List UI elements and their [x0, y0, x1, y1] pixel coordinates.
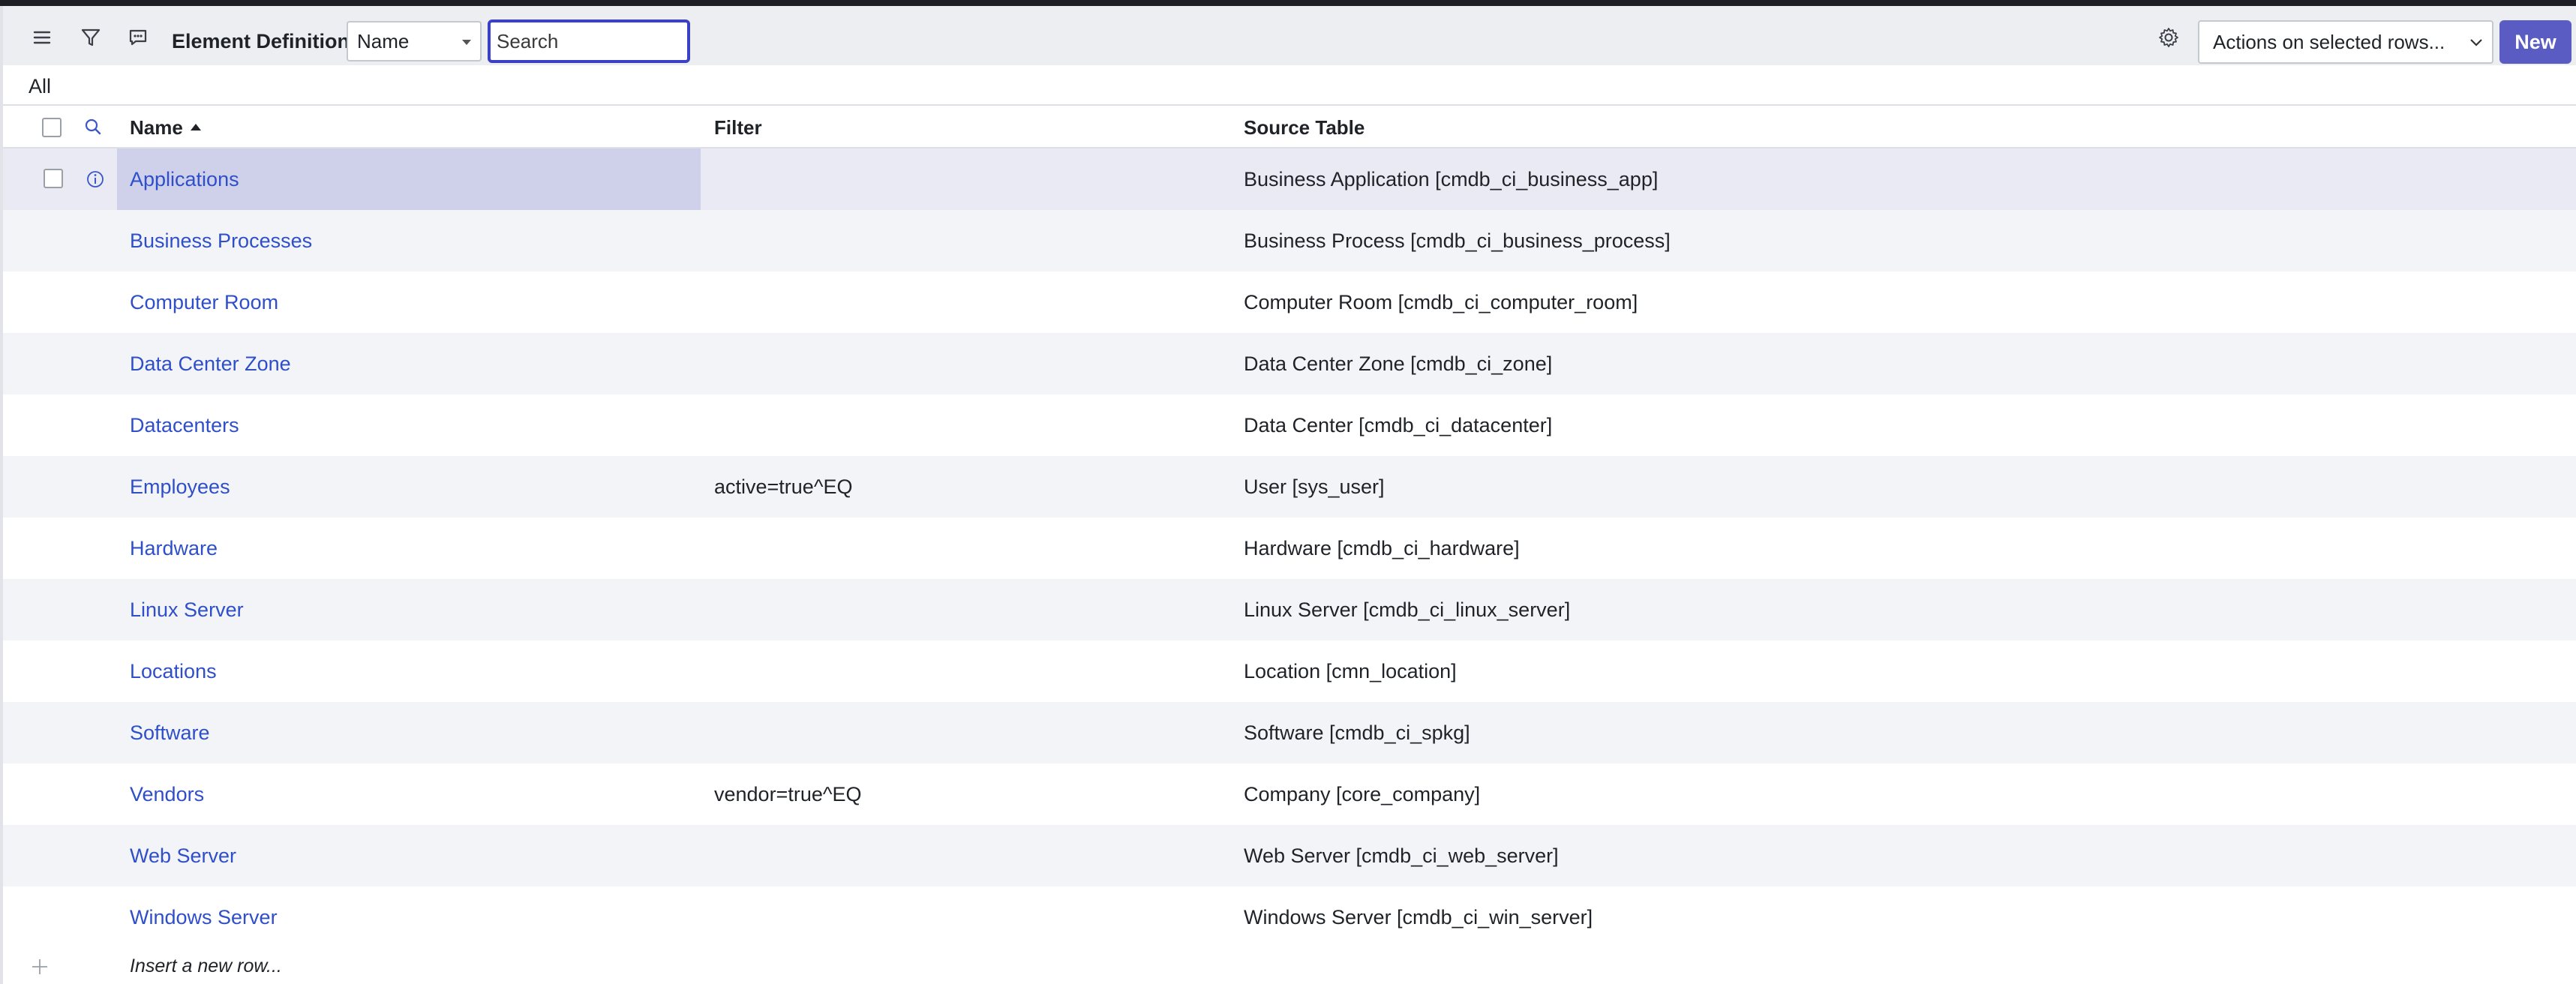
- row-source-table: Location [cmn_location]: [1244, 660, 1457, 682]
- table-row[interactable]: Vendors vendor=true^EQ Company [core_compa…: [3, 764, 2576, 825]
- row-source-table: Computer Room [cmdb_ci_computer_room]: [1244, 291, 1638, 314]
- row-source-table: Data Center [cmdb_ci_datacenter]: [1244, 414, 1553, 436]
- table-row[interactable]: Locations Location [cmn_location]: [3, 640, 2576, 702]
- column-header-source-table[interactable]: Source Table: [1244, 110, 1365, 145]
- search-field-select[interactable]: Name: [347, 21, 482, 62]
- search-icon[interactable]: [83, 116, 104, 137]
- row-source-table: Business Process [cmdb_ci_business_proce…: [1244, 230, 1671, 252]
- row-name-link[interactable]: Web Server: [130, 825, 236, 886]
- search-input[interactable]: [488, 20, 690, 63]
- row-name-link[interactable]: Windows Server: [130, 886, 278, 948]
- row-name-link[interactable]: Computer Room: [130, 272, 278, 333]
- insert-row-label: Insert a new row...: [130, 956, 282, 976]
- row-source-table: Business Application [cmdb_ci_business_a…: [1244, 168, 1659, 190]
- row-source-table: Data Center Zone [cmdb_ci_zone]: [1244, 352, 1553, 375]
- table-row[interactable]: Business Processes Business Process [cmdb…: [3, 210, 2576, 272]
- table-row[interactable]: Web Server Web Server [cmdb_ci_web_server…: [3, 825, 2576, 886]
- table-row[interactable]: Datacenters Data Center [cmdb_ci_datacent…: [3, 394, 2576, 456]
- list-header: Element Definitions Name Actions on sele…: [3, 6, 2576, 65]
- table-row[interactable]: Employees active=true^EQ User [sys_user]: [3, 456, 2576, 518]
- plus-icon: [29, 956, 51, 978]
- sort-ascending-icon: [190, 123, 201, 130]
- row-name-link[interactable]: Data Center Zone: [130, 333, 291, 394]
- select-all-checkbox[interactable]: [42, 118, 62, 137]
- gear-icon[interactable]: [2152, 21, 2185, 54]
- row-source-table: Linux Server [cmdb_ci_linux_server]: [1244, 598, 1571, 621]
- divider: [3, 104, 2576, 106]
- row-name-link[interactable]: Employees: [130, 456, 230, 518]
- table-row[interactable]: Linux Server Linux Server [cmdb_ci_linux_…: [3, 579, 2576, 640]
- column-header-name-label: Name: [130, 116, 183, 139]
- row-source-table: Hardware [cmdb_ci_hardware]: [1244, 537, 1520, 560]
- table-row[interactable]: Applications Business Application [cmdb_c…: [3, 148, 2576, 210]
- comment-icon[interactable]: [122, 21, 155, 54]
- row-name-link[interactable]: Hardware: [130, 518, 218, 579]
- table-row[interactable]: Windows Server Windows Server [cmdb_ci_wi…: [3, 886, 2576, 948]
- actions-select[interactable]: Actions on selected rows...: [2198, 20, 2493, 64]
- actions-select-label: Actions on selected rows...: [2213, 31, 2445, 53]
- chevron-down-icon: [462, 40, 471, 45]
- row-checkbox[interactable]: [44, 169, 63, 188]
- row-source-table: Software [cmdb_ci_spkg]: [1244, 722, 1470, 744]
- new-button[interactable]: New: [2499, 20, 2571, 64]
- insert-row[interactable]: Insert a new row...: [3, 948, 2576, 984]
- row-name-link[interactable]: Software: [130, 702, 210, 764]
- table-body: Applications Business Application [cmdb_c…: [3, 148, 2576, 948]
- column-header-name[interactable]: Name: [130, 110, 201, 145]
- row-name-link[interactable]: Business Processes: [130, 210, 312, 272]
- table-row[interactable]: Hardware Hardware [cmdb_ci_hardware]: [3, 518, 2576, 579]
- table-row[interactable]: Data Center Zone Data Center Zone [cmdb_c…: [3, 333, 2576, 394]
- row-source-table: Web Server [cmdb_ci_web_server]: [1244, 844, 1559, 867]
- breadcrumb[interactable]: All: [29, 71, 51, 101]
- row-source-table: Company [core_company]: [1244, 783, 1481, 806]
- top-bar: [0, 0, 2576, 6]
- menu-icon[interactable]: [26, 21, 59, 54]
- row-source-table: Windows Server [cmdb_ci_win_server]: [1244, 906, 1593, 928]
- table-row[interactable]: Computer Room Computer Room [cmdb_ci_comp…: [3, 272, 2576, 333]
- row-name-link[interactable]: Datacenters: [130, 394, 239, 456]
- column-header-filter[interactable]: Filter: [714, 110, 762, 145]
- row-filter: active=true^EQ: [714, 476, 853, 498]
- row-name-link[interactable]: Locations: [130, 640, 217, 702]
- row-filter: vendor=true^EQ: [714, 783, 862, 806]
- filter-icon[interactable]: [74, 21, 107, 54]
- row-name-link[interactable]: Vendors: [130, 764, 204, 825]
- row-name-link[interactable]: Applications: [130, 148, 239, 210]
- table-row[interactable]: Software Software [cmdb_ci_spkg]: [3, 702, 2576, 764]
- page-title: Element Definitions: [172, 30, 362, 52]
- search-field-select-label: Name: [357, 30, 410, 52]
- info-icon[interactable]: [84, 168, 107, 190]
- row-name-link[interactable]: Linux Server: [130, 579, 244, 640]
- row-source-table: User [sys_user]: [1244, 476, 1385, 498]
- chevron-down-icon: [2470, 39, 2482, 46]
